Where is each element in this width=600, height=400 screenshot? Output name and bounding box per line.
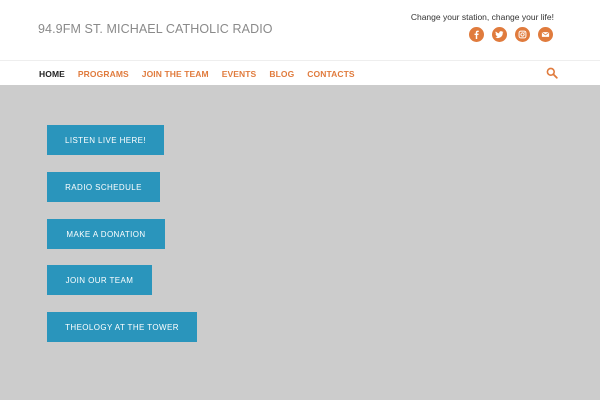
search-icon[interactable]	[546, 67, 558, 79]
nav-item-programs[interactable]: PROGRAMS	[78, 69, 129, 79]
nav-item-contacts[interactable]: CONTACTS	[307, 69, 354, 79]
twitter-icon[interactable]	[492, 27, 507, 42]
main-nav: HOME PROGRAMS JOIN THE TEAM EVENTS BLOG …	[0, 60, 600, 85]
email-icon[interactable]	[538, 27, 553, 42]
site-tagline: Change your station, change your life!	[410, 12, 554, 22]
theology-at-the-tower-button[interactable]: THEOLOGY AT THE TOWER	[47, 312, 197, 342]
nav-item-blog[interactable]: BLOG	[269, 69, 294, 79]
radio-schedule-button[interactable]: RADIO SCHEDULE	[47, 172, 160, 202]
join-our-team-button[interactable]: JOIN OUR TEAM	[47, 265, 152, 295]
nav-menu: HOME PROGRAMS JOIN THE TEAM EVENTS BLOG …	[39, 61, 368, 86]
nav-item-home[interactable]: HOME	[39, 69, 65, 79]
make-donation-button[interactable]: MAKE A DONATION	[47, 219, 165, 249]
nav-item-events[interactable]: EVENTS	[222, 69, 257, 79]
nav-item-join-the-team[interactable]: JOIN THE TEAM	[142, 69, 209, 79]
site-header: 94.9FM ST. MICHAEL CATHOLIC RADIO Change…	[0, 0, 600, 60]
instagram-icon[interactable]	[515, 27, 530, 42]
facebook-icon[interactable]	[469, 27, 484, 42]
site-title[interactable]: 94.9FM ST. MICHAEL CATHOLIC RADIO	[38, 22, 273, 36]
social-links	[469, 27, 553, 42]
listen-live-button[interactable]: LISTEN LIVE HERE!	[47, 125, 164, 155]
